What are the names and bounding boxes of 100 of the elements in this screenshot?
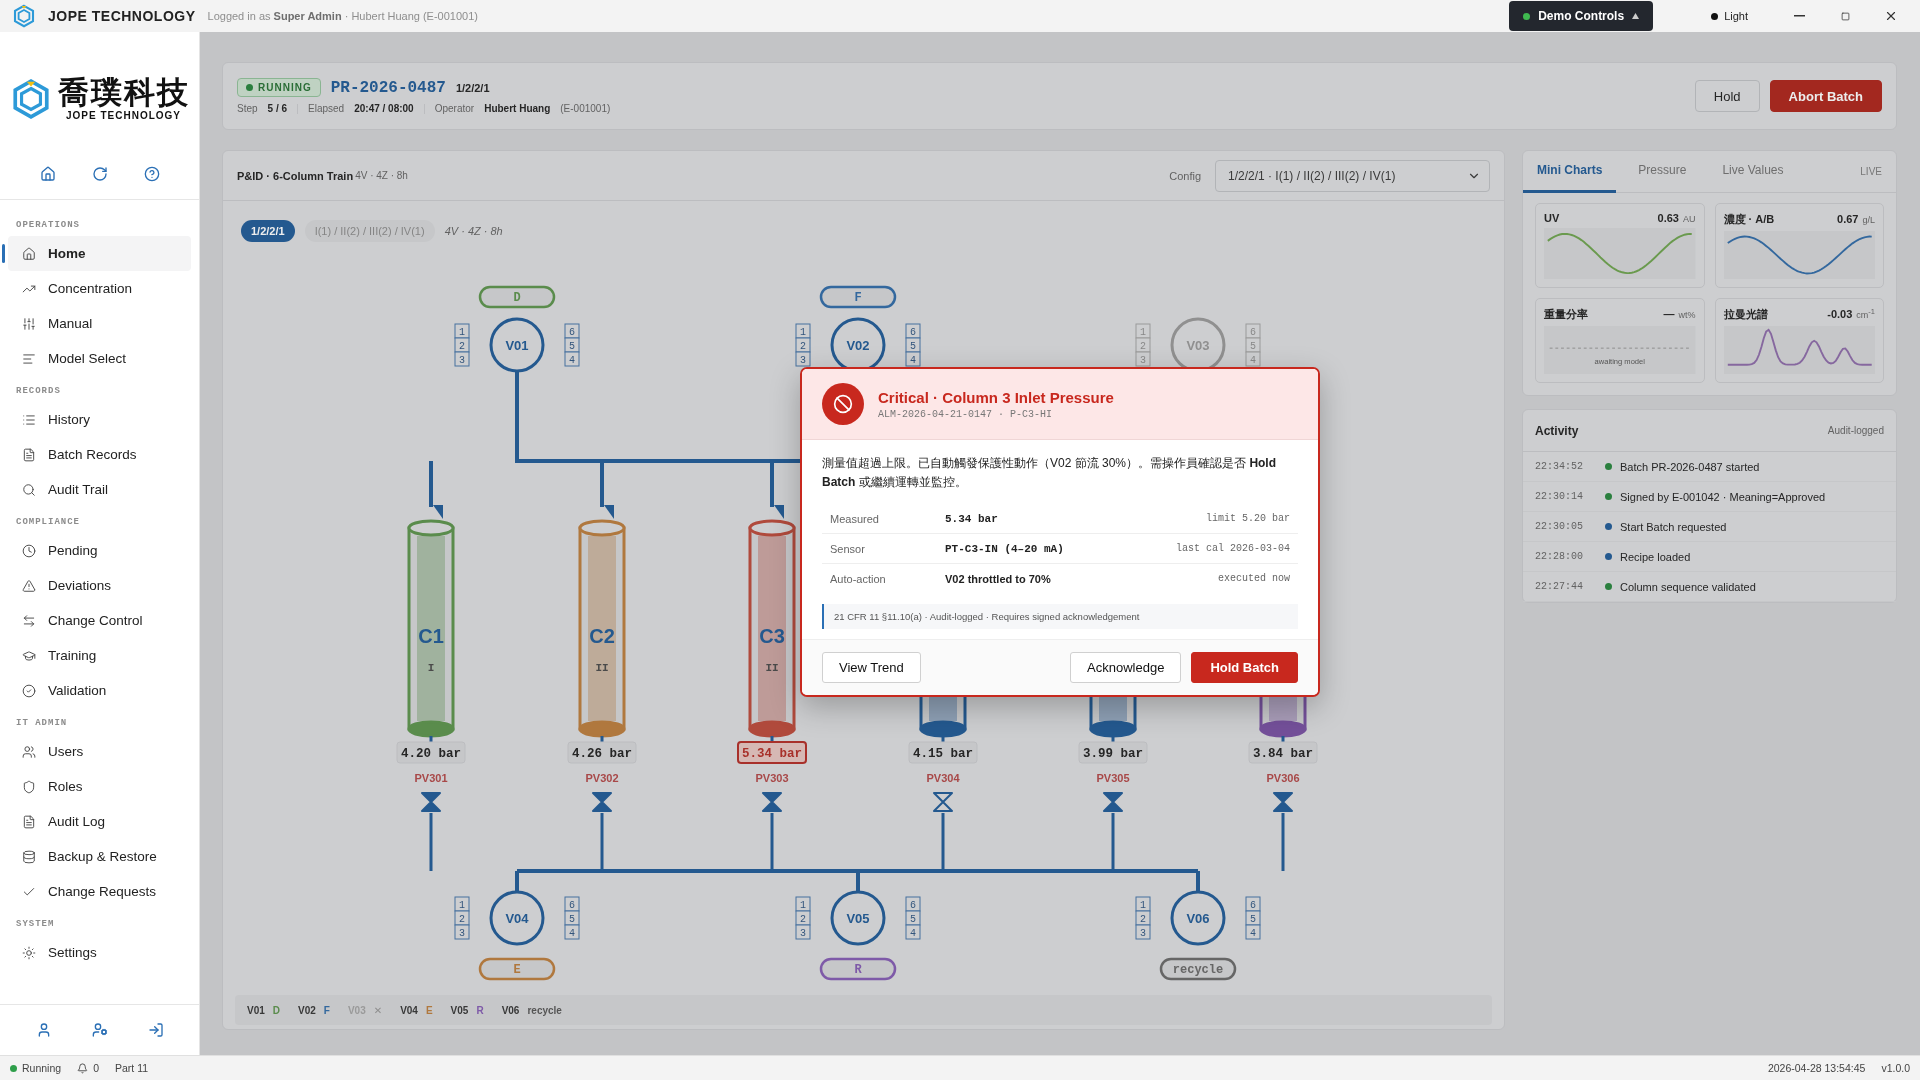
nav-section-title: IT ADMIN (15, 717, 69, 730)
logo-name: 喬璞科技 (57, 75, 190, 111)
tab[interactable]: Mini Charts (1523, 150, 1617, 193)
config-chip[interactable]: 1/2/2/1 (241, 220, 295, 242)
column-label: C2 (589, 625, 615, 647)
meta-value: 5 / 6 (267, 103, 288, 114)
compliance-label: Part 11 (114, 1062, 149, 1074)
chart-unit: g/L (1862, 215, 1875, 225)
chart-title: 拉曼光譜 (1723, 307, 1769, 322)
port-box: 5 (1245, 910, 1261, 926)
column-label: C1 (418, 625, 444, 647)
port-box: 4 (905, 924, 921, 940)
meta-label: Operator (434, 103, 475, 114)
port-box: 1 (1135, 323, 1151, 339)
port-box: 2 (795, 910, 811, 926)
zone-label: I (427, 662, 435, 674)
activity-time: 22:30:14 (1535, 491, 1584, 502)
activity-title: Activity (1535, 423, 1579, 438)
detail-note: limit 5.20 bar (1206, 513, 1290, 525)
pressure-reading: 3.84 bar (1248, 741, 1318, 764)
activity-text: Column sequence validated (1620, 580, 1756, 593)
activity-time: 22:30:05 (1535, 521, 1584, 532)
stream-tag: recycle (1159, 957, 1237, 981)
port-box: 5 (564, 337, 580, 353)
valve-tag: PV304 (926, 772, 960, 784)
activity-note: Audit-logged (1827, 425, 1884, 436)
chart-title: UV (1544, 212, 1561, 224)
config-note: 4V · 4Z · 8h (444, 225, 503, 237)
nav-section-title: RECORDS (15, 385, 62, 398)
live-label: LIVE (1860, 166, 1882, 177)
valve-tag: PV305 (1096, 772, 1130, 784)
legend-target: ✕ (373, 1004, 383, 1016)
meta-value: Hubert Huang (484, 103, 551, 114)
port-box: 5 (564, 910, 580, 926)
port-box: 1 (454, 323, 470, 339)
port-box: 4 (1245, 924, 1261, 940)
activity-time: 22:34:52 (1535, 461, 1584, 472)
meta-label: Step (237, 103, 258, 114)
port-box: 5 (905, 337, 921, 353)
port-box: 2 (454, 337, 470, 353)
port-box: 2 (1135, 337, 1151, 353)
hold-button[interactable]: Hold (1694, 80, 1760, 112)
compliance-note: 21 CFR 11 §11.10(a) · Audit-logged · Requires signed acknowledgement (822, 604, 1298, 630)
abort-button[interactable]: Abort Batch (1769, 80, 1882, 112)
chart-unit: AU (1683, 214, 1696, 224)
demo-controls-button[interactable]: Demo Controls (1509, 1, 1654, 31)
pressure-reading: 3.99 bar (1078, 741, 1148, 764)
version: v1.0.0 (1881, 1062, 1910, 1074)
detail-label: Measured (830, 512, 880, 525)
pressure-reading: 4.20 bar (396, 741, 466, 764)
port-box: 3 (795, 351, 811, 367)
nav-section-title: COMPLIANCE (15, 516, 81, 529)
legend-target: R (476, 1004, 484, 1016)
valve-tag: PV303 (755, 772, 789, 784)
activity-text: Signed by E-001042 · Meaning=Approved (1620, 490, 1826, 503)
port-box: 6 (905, 323, 921, 339)
acknowledge-button[interactable]: Acknowledge (1070, 652, 1182, 684)
theme-toggle[interactable]: Light (1705, 9, 1754, 23)
pressure-reading: 4.15 bar (908, 741, 978, 764)
config-label: Config (1169, 169, 1201, 182)
port-box: 5 (905, 910, 921, 926)
port-box: 4 (905, 351, 921, 367)
port-box: 6 (1245, 896, 1261, 912)
batch-config: 1/2/2/1 (455, 81, 490, 94)
legend-valve: V05 (450, 1004, 469, 1016)
meta-label: Elapsed (308, 103, 345, 114)
view-trend-button[interactable]: View Trend (822, 652, 921, 684)
status-text: Running (22, 1062, 62, 1074)
config-select[interactable]: 1/2/2/1 · I(1) / II(2) / III(2) / IV(1) (1215, 159, 1490, 192)
activity-time: 22:27:44 (1535, 581, 1584, 592)
logo-subtitle: JOPE TECHNOLOGY (66, 110, 181, 122)
alarm-reference: ALM-2026-04-21-0147 · P-C3-HI (878, 408, 1054, 420)
legend-target: E (425, 1004, 433, 1016)
legend-target: recycle (527, 1004, 562, 1016)
port-box: 1 (795, 323, 811, 339)
hold-batch-button[interactable]: Hold Batch (1191, 652, 1298, 684)
zone-label: II (765, 662, 779, 674)
port-box: 1 (454, 896, 470, 912)
alert-count: 0 (93, 1062, 99, 1074)
detail-note: last cal 2026-03-04 (1175, 543, 1290, 555)
port-box: 1 (795, 896, 811, 912)
session-info: Logged in as Super Admin · Hubert Huang (E-001001) (207, 10, 478, 22)
chart-title: 濃度 · A/B (1723, 212, 1776, 227)
stream-tag: F (819, 285, 897, 309)
port-box: 2 (454, 910, 470, 926)
activity-time: 22:28:00 (1535, 551, 1584, 562)
chart-title: 重量分率 (1544, 307, 1589, 322)
detail-label: Auto-action (830, 572, 887, 585)
valve-tag: PV301 (414, 772, 448, 784)
chart-value: — (1663, 308, 1675, 320)
timestamp: 2026-04-28 13:54:45 (1767, 1062, 1866, 1074)
chart-value: -0.03 (1827, 308, 1853, 320)
port-box: 5 (1245, 337, 1261, 353)
valve-label: V04 (505, 911, 529, 926)
port-box: 6 (905, 896, 921, 912)
pressure-reading: 4.26 bar (567, 741, 637, 764)
detail-value: V02 throttled to 70% (945, 572, 1052, 585)
port-box: 2 (795, 337, 811, 353)
alarm-message: 測量值超過上限。已自動觸發保護性動作（V02 節流 30%）。需操作員確認是否 Hold Batch 或繼續運轉並監控。 (822, 455, 1278, 492)
panel-title: P&ID · 6-Column Train (237, 169, 354, 182)
